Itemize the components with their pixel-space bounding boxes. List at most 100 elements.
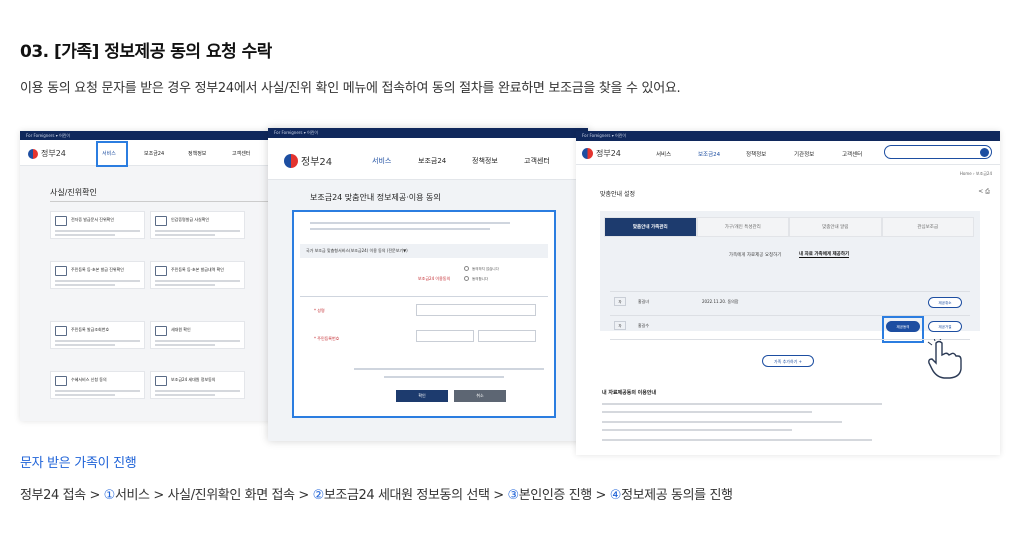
page-title: 맞춤안내 설정 bbox=[600, 191, 636, 198]
consent-date: 2022.11.20. 동의함 bbox=[702, 299, 739, 304]
pointer-hand-icon bbox=[927, 339, 962, 379]
section-description: 이용 동의 요청 문자를 받은 경우 정부24에서 사실/진위 확인 메뉴에 접… bbox=[20, 81, 681, 96]
consent-form-highlight: 국가 보조금 맞춤형서비스(보조금24) 이용 동의 (전문보기▼) 동의하지 … bbox=[292, 210, 556, 418]
card-doc-verify[interactable]: 전자증 발급문서 진위확인 bbox=[50, 211, 145, 239]
name-input[interactable] bbox=[416, 304, 536, 316]
gov-emblem-icon bbox=[28, 148, 38, 159]
nav-policy[interactable]: 정책정보 bbox=[746, 150, 766, 158]
card-resident-history[interactable]: 주민등록 등·초본 발급내역 확인 bbox=[150, 261, 245, 289]
tab-notifications[interactable]: 맞춤안내 알림 bbox=[789, 217, 882, 237]
add-family-button[interactable]: 가족 추가하기 + bbox=[762, 355, 814, 367]
text-line bbox=[155, 280, 240, 282]
share-print-icons[interactable]: < ⎙ bbox=[978, 188, 990, 196]
card-label: 수혜서비스 신청 동의 bbox=[71, 377, 107, 382]
notice-line bbox=[310, 228, 490, 230]
logo-text: 정부24 bbox=[301, 157, 333, 168]
agree-field-label: 보조금24 이용동의 bbox=[418, 276, 451, 281]
document-icon bbox=[55, 216, 67, 226]
divider bbox=[50, 201, 278, 202]
row-divider bbox=[610, 339, 970, 340]
rrn-back-input[interactable] bbox=[478, 330, 536, 342]
text-line bbox=[55, 284, 115, 286]
nav-service[interactable]: 서비스 bbox=[656, 150, 671, 158]
disagree-radio[interactable] bbox=[464, 266, 469, 271]
main-tabs: 맞춤안내 가족관리 가구/개인 특성관리 맞춤안내 알림 관심보조금 bbox=[604, 217, 974, 237]
caption-text: 정보제공 동의를 진행 bbox=[621, 488, 733, 503]
caption-text: 정부24 접속 > bbox=[20, 488, 104, 503]
home-icon bbox=[155, 326, 167, 336]
logo-text: 정부24 bbox=[596, 149, 621, 158]
nav-policy[interactable]: 정책정보 bbox=[188, 150, 206, 157]
text-line bbox=[55, 394, 115, 396]
tab-household-traits[interactable]: 가구/개인 특성관리 bbox=[696, 217, 789, 237]
text-line bbox=[155, 234, 215, 236]
text-line bbox=[155, 394, 215, 396]
relation-badge: 자 bbox=[614, 321, 626, 330]
name-label: * 성명 bbox=[314, 308, 325, 313]
rrn-front-input[interactable] bbox=[416, 330, 474, 342]
nav-support[interactable]: 고객센터 bbox=[842, 150, 862, 158]
nav-service[interactable]: 서비스 bbox=[372, 156, 391, 166]
card-label: 주민등록 등·초본 발급 진위확인 bbox=[71, 267, 124, 272]
subtab-provide-to-family[interactable]: 내 자료 가족에게 제공하기 bbox=[798, 251, 850, 258]
gov24-logo[interactable]: 정부24 bbox=[28, 148, 66, 159]
nav-agency[interactable]: 기관정보 bbox=[794, 150, 814, 158]
document-icon bbox=[155, 376, 167, 386]
info-line bbox=[602, 439, 872, 441]
agree-radio[interactable] bbox=[464, 276, 469, 281]
tab-favorite-subsidies[interactable]: 관심보조금 bbox=[881, 217, 974, 237]
list-icon bbox=[55, 326, 67, 336]
text-line bbox=[55, 230, 140, 232]
card-resident-number[interactable]: 주민등록 발급조회번호 bbox=[50, 321, 145, 349]
nav-support[interactable]: 고객센터 bbox=[524, 156, 550, 166]
nav-subsidy24[interactable]: 보조금24 bbox=[144, 150, 164, 157]
caption-text: 보조금24 세대원 정보동의 선택 > bbox=[323, 488, 508, 503]
card-subsidy-consent[interactable]: 보조금24 세대원 정보동의 bbox=[150, 371, 245, 399]
card-label: 보조금24 세대원 정보동의 bbox=[171, 377, 216, 382]
nav-support[interactable]: 고객센터 bbox=[232, 150, 250, 157]
page-title: 보조금24 맞춤안내 정보제공·이용 동의 bbox=[310, 193, 441, 202]
info-title: 내 자료제공동의 이용안내 bbox=[602, 390, 657, 396]
document-icon bbox=[55, 376, 67, 386]
text-line bbox=[55, 344, 115, 346]
page-title: 사실/진위확인 bbox=[50, 188, 97, 197]
step-number: ① bbox=[103, 488, 116, 503]
info-line bbox=[602, 429, 792, 431]
nav-subsidy24[interactable]: 보조금24 bbox=[698, 150, 720, 158]
divider bbox=[300, 296, 548, 297]
card-benefit-consent[interactable]: 수혜서비스 신청 동의 bbox=[50, 371, 145, 399]
text-line bbox=[155, 344, 215, 346]
tab-family-management[interactable]: 맞춤안내 가족관리 bbox=[604, 217, 697, 237]
gov24-logo[interactable]: 정부24 bbox=[582, 148, 621, 159]
card-household-check[interactable]: 세대원 확인 bbox=[150, 321, 245, 349]
search-icon[interactable] bbox=[980, 148, 989, 157]
text-line bbox=[155, 230, 240, 232]
id-card-icon bbox=[155, 266, 167, 276]
card-label: 주민등록 발급조회번호 bbox=[71, 327, 110, 332]
nav-policy[interactable]: 정책정보 bbox=[472, 156, 498, 166]
confirm-button[interactable]: 확인 bbox=[396, 390, 448, 402]
cancel-button[interactable]: 취소 bbox=[454, 390, 506, 402]
breadcrumb: Home › 보조금24 bbox=[959, 171, 992, 176]
nav-subsidy24[interactable]: 보조금24 bbox=[418, 156, 446, 166]
search-input[interactable] bbox=[884, 145, 992, 159]
caption-title: 문자 받은 가족이 진행 bbox=[20, 456, 137, 471]
section-title: 03. [가족] 정보제공 동의 요청 수락 bbox=[20, 42, 272, 62]
card-seal-verify[interactable]: 인감증명발급 사실확인 bbox=[150, 211, 245, 239]
cancel-provide-button[interactable]: 제공취소 bbox=[928, 297, 962, 308]
notice-line bbox=[384, 376, 504, 378]
gov24-logo[interactable]: 정부24 bbox=[284, 153, 332, 168]
subtab-request-family[interactable]: 가족에게 자료제공 요청하기 bbox=[729, 252, 782, 258]
relation-badge: 자 bbox=[614, 297, 626, 306]
card-label: 인감증명발급 사실확인 bbox=[171, 217, 210, 222]
logo-text: 정부24 bbox=[41, 149, 66, 158]
text-line bbox=[55, 234, 115, 236]
top-utility-bar: For Foreigners ▾ 어린이 bbox=[576, 131, 1000, 141]
notice-line bbox=[310, 222, 510, 224]
global-nav: 정부24 서비스 보조금24 정책정보 기관정보 고객센터 bbox=[576, 141, 1000, 165]
card-resident-verify[interactable]: 주민등록 등·초본 발급 진위확인 bbox=[50, 261, 145, 289]
gov-emblem-icon bbox=[582, 148, 593, 159]
reject-button[interactable]: 제공거절 bbox=[928, 321, 962, 332]
screenshot-family-management: For Foreigners ▾ 어린이 정부24 서비스 보조금24 정책정보… bbox=[576, 131, 1000, 455]
screenshots-area: For Foreigners ▾ 어린이 정부24 서비스 보조금24 정책정보… bbox=[20, 128, 1000, 456]
